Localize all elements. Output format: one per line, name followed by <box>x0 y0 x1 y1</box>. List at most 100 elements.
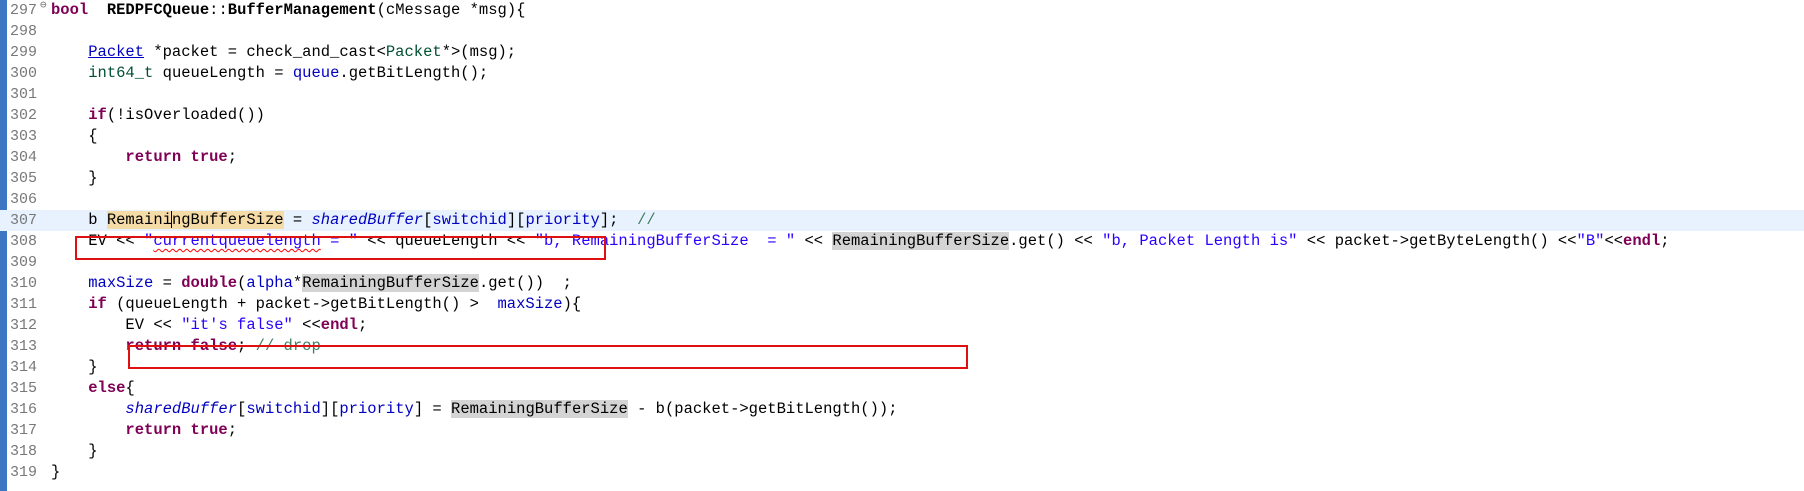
code-line[interactable]: 297 ⊖ bool REDPFCQueue::BufferManagement(c… <box>0 0 1804 21</box>
line-number: 311 <box>10 296 38 313</box>
code-line[interactable]: 299 Packet *packet = check_and_cast<Pack… <box>0 42 1804 63</box>
code-token: .get()) ; <box>478 274 572 292</box>
code-editor[interactable]: 297 ⊖ bool REDPFCQueue::BufferManagement(c… <box>0 0 1804 491</box>
code-token: ][ <box>320 400 340 418</box>
code-line[interactable]: 310 maxSize = double(alpha*RemainingBuff… <box>0 273 1804 294</box>
code-text[interactable]: return true; <box>51 147 237 168</box>
code-token: if <box>88 295 107 313</box>
fold-toggle-icon[interactable]: ⊖ <box>40 1 49 12</box>
code-token: RemainingBufferSize <box>832 232 1010 250</box>
code-token: Packet <box>88 43 145 61</box>
code-token: *>(msg); <box>441 43 517 61</box>
code-text[interactable]: Packet *packet = check_and_cast<Packet*>… <box>51 42 516 63</box>
code-token: EV << <box>51 316 182 334</box>
code-token: sharedBuffer <box>125 400 238 418</box>
code-line[interactable]: 304 return true; <box>0 147 1804 168</box>
code-token: queue <box>292 64 340 82</box>
code-token: } <box>51 169 98 187</box>
code-token: :: <box>209 1 228 19</box>
code-text[interactable]: { <box>51 126 97 147</box>
code-text[interactable]: } <box>51 357 97 378</box>
code-text[interactable]: EV << "it's false" <<endl; <box>51 315 367 336</box>
code-line[interactable]: 319} <box>0 462 1804 483</box>
code-line[interactable]: 303 { <box>0 126 1804 147</box>
code-token: << <box>795 232 833 250</box>
code-token: } <box>51 463 61 481</box>
code-token: ( <box>237 274 247 292</box>
code-token: return true <box>125 148 228 166</box>
code-text[interactable]: b RemainingBufferSize = sharedBuffer[swi… <box>51 210 656 231</box>
line-number: 308 <box>10 233 38 250</box>
code-line[interactable]: 318 } <box>0 441 1804 462</box>
line-number: 299 <box>10 44 38 61</box>
code-token: << <box>1604 232 1624 250</box>
code-text[interactable]: } <box>51 441 98 462</box>
line-number: 316 <box>10 401 38 418</box>
code-token: [ <box>237 400 247 418</box>
code-token: // <box>637 211 656 229</box>
line-number: 310 <box>10 275 38 292</box>
code-text[interactable]: if(!isOverloaded()) <box>51 105 265 126</box>
code-text[interactable]: int64_t queueLength = queue.getBitLength… <box>51 63 488 84</box>
code-token: bool <box>51 1 89 19</box>
line-number: 305 <box>10 170 38 187</box>
code-token: endl <box>320 316 358 334</box>
code-line[interactable]: 311 if (queueLength + packet->getBitLeng… <box>0 294 1804 315</box>
code-token: << <box>292 316 321 334</box>
code-token: * <box>292 274 303 292</box>
code-token: queueLength = <box>153 64 293 82</box>
code-token: sharedBuffer <box>311 211 424 229</box>
code-text[interactable]: return true; <box>51 420 237 441</box>
code-token: (queueLength + packet->getBitLength() > <box>106 295 498 313</box>
code-line[interactable]: 301 <box>0 84 1804 105</box>
code-token: .get() << <box>1009 232 1103 250</box>
code-text[interactable]: } <box>51 462 60 483</box>
code-line[interactable]: 300 int64_t queueLength = queue.getBitLe… <box>0 63 1804 84</box>
line-number: 300 <box>10 65 38 82</box>
code-token: = <box>283 211 312 229</box>
code-line[interactable]: 312 EV << "it's false" <<endl; <box>0 315 1804 336</box>
code-token: *packet = check_and_cast< <box>144 43 386 61</box>
code-token: { <box>125 379 135 397</box>
code-line[interactable]: 305 } <box>0 168 1804 189</box>
code-token: (cMessage *msg){ <box>376 1 526 19</box>
code-text[interactable]: bool REDPFCQueue::BufferManagement(cMess… <box>51 0 525 21</box>
code-line[interactable]: 306 <box>0 189 1804 210</box>
code-line[interactable]: 307 b RemainingBufferSize = sharedBuffer… <box>0 210 1804 231</box>
code-token: double <box>181 274 238 292</box>
code-text[interactable]: maxSize = double(alpha*RemainingBufferSi… <box>51 273 572 294</box>
code-token: ; <box>227 421 238 439</box>
highlight-box-sharedbuffer <box>128 345 968 369</box>
code-text[interactable]: sharedBuffer[switchid][priority] = Remai… <box>51 399 898 420</box>
code-token: maxSize <box>497 295 563 313</box>
code-token: (!isOverloaded()) <box>106 106 265 124</box>
line-number: 302 <box>10 107 38 124</box>
code-line[interactable]: 302 if(!isOverloaded()) <box>0 105 1804 126</box>
code-token: ngBufferSize <box>171 211 284 229</box>
code-token: ] = <box>413 400 452 418</box>
code-text[interactable]: } <box>51 168 98 189</box>
code-text[interactable]: if (queueLength + packet->getBitLength()… <box>51 294 581 315</box>
code-token: } <box>51 442 98 460</box>
code-line[interactable]: 298 <box>0 21 1804 42</box>
code-line[interactable]: 317 return true; <box>0 420 1804 441</box>
code-token: BufferManagement <box>227 1 377 19</box>
line-number: 298 <box>10 23 38 40</box>
code-token: if <box>88 106 107 124</box>
line-number: 312 <box>10 317 38 334</box>
code-text[interactable]: else{ <box>51 378 135 399</box>
code-token: else <box>88 379 126 397</box>
line-number: 309 <box>10 254 38 271</box>
code-token: ]; <box>599 211 638 229</box>
code-token: ; <box>227 148 238 166</box>
code-line[interactable]: 315 else{ <box>0 378 1804 399</box>
code-line[interactable]: 316 sharedBuffer[switchid][priority] = R… <box>0 399 1804 420</box>
code-token: ; <box>357 316 368 334</box>
code-token: return true <box>125 421 228 439</box>
